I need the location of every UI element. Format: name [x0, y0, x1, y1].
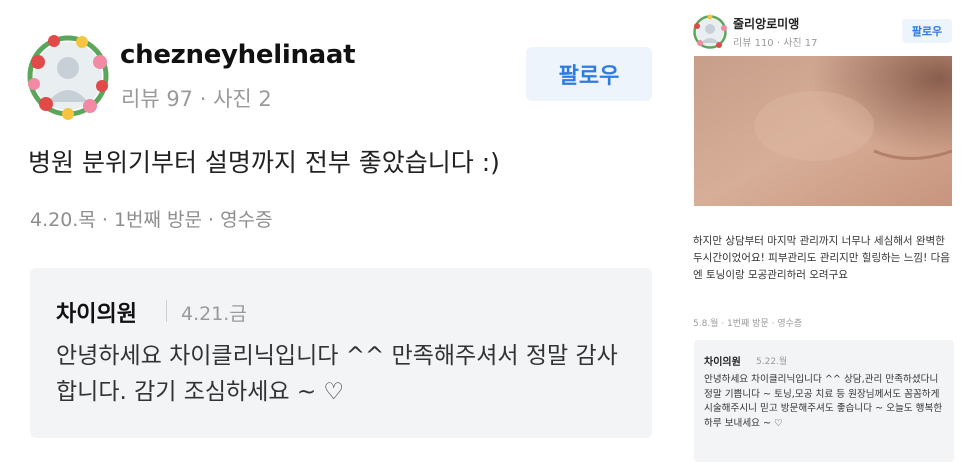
skin-closeup-photo [694, 56, 952, 206]
reply-text: 안녕하세요 차이클리닉입니다 ^^ 만족해주셔서 정말 감사합니다. 감기 조심… [56, 343, 618, 405]
reply-author: 차이의원 [704, 357, 741, 368]
follow-button[interactable]: 팔로우 [526, 47, 652, 101]
reply-date: 5.22.월 [756, 357, 788, 367]
username[interactable]: chezneyhelinaat [120, 40, 356, 70]
profile-avatar[interactable] [24, 32, 112, 120]
flower-wreath-avatar-icon [27, 35, 109, 120]
reviewer-stats: 리뷰 97 · 사진 2 [121, 87, 272, 111]
review-text: 병원 분위기부터 설명까지 전부 좋았습니다 :) [28, 148, 500, 177]
reply-author: 차이의원 [56, 302, 137, 327]
review-text: 하지만 상담부터 마지막 관리까지 너무나 세심해서 완벽한 두시간이었어요! … [693, 235, 950, 281]
review-card-left: chezneyhelinaat 리뷰 97 · 사진 2 팔로우 병원 분위기부… [0, 0, 670, 476]
visit-info: 4.20.목 · 1번째 방문 · 영수증 [30, 209, 273, 231]
follow-button[interactable]: 팔로우 [902, 19, 952, 43]
reply-text: 안녕하세요 차이클리닉입니다 ^^ 상담,관리 만족하셨다니 정말 기쁩니다 ~… [704, 374, 943, 429]
profile-avatar[interactable] [692, 14, 728, 50]
divider [166, 300, 167, 322]
reviewer-stats: 리뷰 110 · 사진 17 [733, 38, 818, 49]
reply-date: 4.21.금 [181, 303, 247, 325]
review-photo[interactable] [694, 56, 952, 206]
flower-wreath-avatar-icon [693, 14, 727, 49]
visit-info: 5.8.월 · 1번째 방문 · 영수증 [693, 319, 803, 329]
username[interactable]: 줄리앙로미앵 [733, 15, 799, 32]
